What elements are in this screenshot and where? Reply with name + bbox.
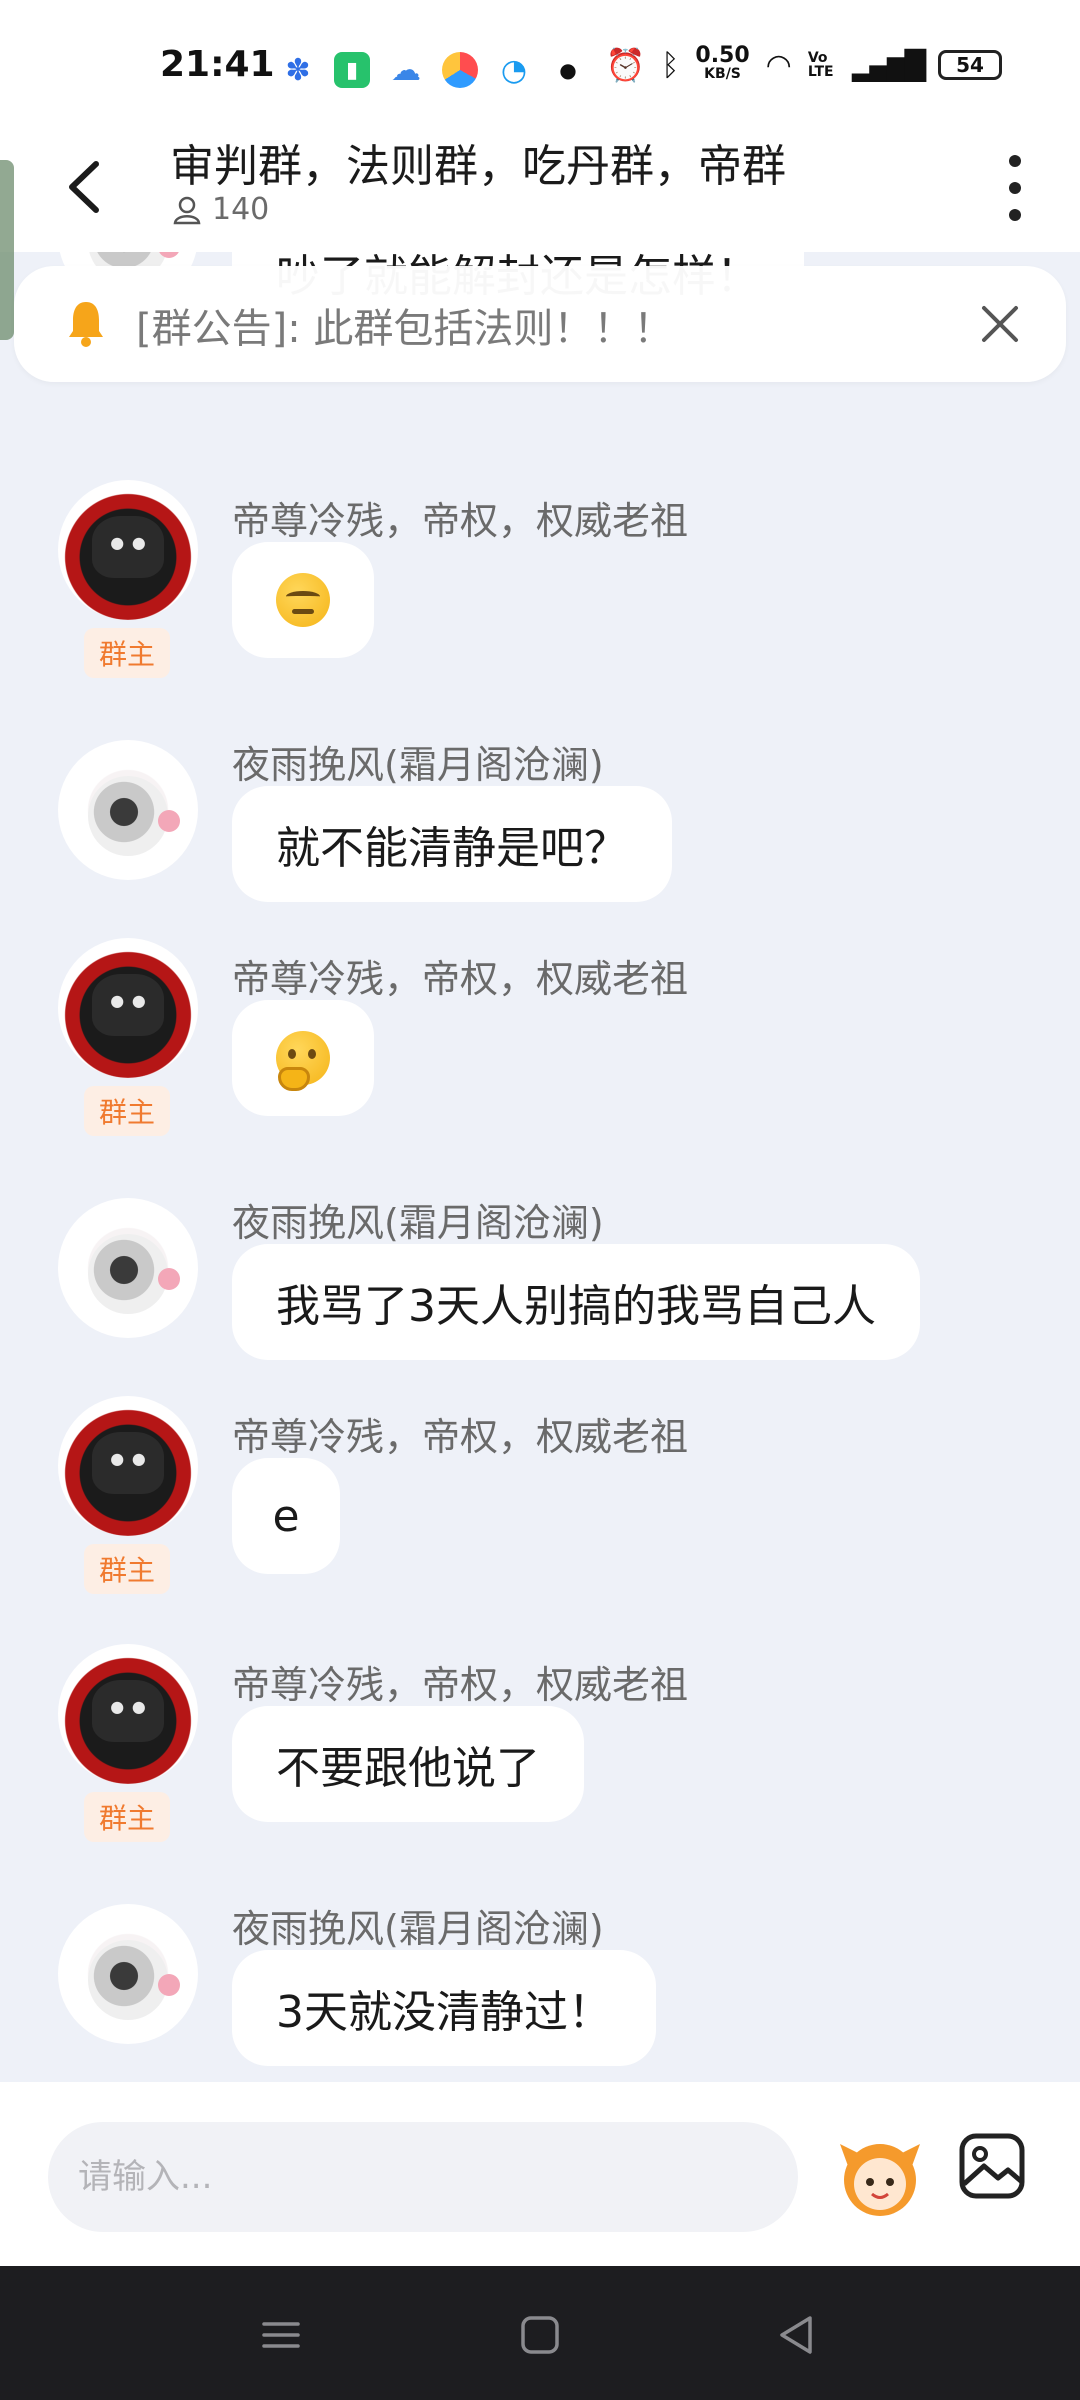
message-bubble[interactable]: 不要跟他说了: [232, 1706, 584, 1822]
status-bar: 21:41 ✽ ▮ ☁ ◔ ● ⏰ ᛒ 0.50 KB/S ◠ Vo LTE ▂…: [0, 0, 1080, 120]
avatar[interactable]: [58, 1644, 198, 1784]
signal-icon: ▂▄▆█: [851, 48, 926, 82]
message-bubble[interactable]: 我骂了3天人别搞的我骂自己人: [232, 1244, 920, 1360]
pinwheel-app-icon: [442, 52, 478, 88]
status-indicators: ⏰ ᛒ 0.50 KB/S ◠ Vo LTE ▂▄▆█ 54: [605, 43, 1002, 84]
group-title: 审判群，法则群，吃丹群，帝群: [170, 141, 786, 192]
group-announcement[interactable]: [群公告]: 此群包括法则！！！: [14, 266, 1066, 382]
cloud-app-icon: ☁: [391, 52, 421, 88]
message-bubble[interactable]: 3天就没清静过！: [232, 1950, 656, 2066]
more-options-button[interactable]: [990, 148, 1040, 228]
paw-app-icon: ✽: [285, 52, 311, 88]
close-icon[interactable]: [970, 294, 1030, 354]
home-icon[interactable]: [505, 2300, 575, 2370]
sender-name: 夜雨挽风(霜月阁沧澜): [232, 1907, 604, 1951]
alarm-icon: ⏰: [605, 46, 646, 84]
menu-icon[interactable]: [246, 2300, 316, 2370]
chat-messages[interactable]: 吵了就能解封还是怎样！ 群主 帝尊冷残，帝权，权威老祖 夜雨挽风(霜月阁沧澜) …: [0, 252, 1080, 2082]
owner-badge: 群主: [84, 1086, 170, 1136]
message-bubble[interactable]: [232, 1000, 374, 1116]
sender-name: 夜雨挽风(霜月阁沧澜): [232, 743, 604, 787]
avatar[interactable]: [58, 1396, 198, 1536]
battery-icon: 54: [938, 50, 1002, 80]
bell-icon: [69, 302, 103, 347]
system-nav-bar: [0, 2266, 1080, 2400]
owner-badge: 群主: [84, 1544, 170, 1594]
back-triangle-icon[interactable]: [762, 2300, 832, 2370]
avatar[interactable]: [58, 938, 198, 1078]
chat-header: 审判群，法则群，吃丹群，帝群 140: [0, 120, 1080, 252]
message-bubble[interactable]: [232, 542, 374, 658]
sender-name: 帝尊冷残，帝权，权威老祖: [232, 1663, 689, 1707]
message-bubble[interactable]: e: [232, 1458, 340, 1574]
avatar[interactable]: [58, 480, 198, 620]
avatar[interactable]: [58, 740, 198, 880]
announcement-text: [群公告]: 此群包括法则！！！: [136, 306, 674, 352]
member-count: 140: [212, 192, 270, 227]
dot: [1009, 181, 1021, 194]
sticker-button[interactable]: [830, 2126, 930, 2226]
person-icon: [173, 196, 201, 224]
sender-name: 帝尊冷残，帝权，权威老祖: [232, 957, 689, 1001]
avatar[interactable]: [58, 1198, 198, 1338]
network-speed: 0.50 KB/S: [695, 43, 750, 83]
sender-name: 帝尊冷残，帝权，权威老祖: [232, 1415, 689, 1459]
sender-name: 夜雨挽风(霜月阁沧澜): [232, 1201, 604, 1245]
volte-label: Vo LTE: [807, 50, 834, 80]
status-time: 21:41: [160, 44, 275, 85]
message-bubble[interactable]: 就不能清静是吧？: [232, 786, 672, 902]
dot: [1009, 208, 1021, 221]
bluetooth-icon: ᛒ: [661, 47, 680, 83]
message-input[interactable]: [48, 2122, 798, 2232]
owner-badge: 群主: [84, 1792, 170, 1842]
image-icon[interactable]: [956, 2130, 1028, 2202]
unamused-face-icon: [276, 573, 330, 627]
thinking-face-icon: [276, 1031, 330, 1091]
member-count-row[interactable]: 140: [172, 192, 269, 227]
dot: [1009, 155, 1021, 168]
sender-name: 帝尊冷残，帝权，权威老祖: [232, 499, 689, 543]
input-bar: [0, 2082, 1080, 2266]
back-button[interactable]: [56, 152, 116, 222]
notification-icons: ✽ ▮ ☁ ◔ ●: [280, 52, 586, 88]
wifi-icon: ◠: [765, 47, 792, 83]
owner-badge: 群主: [84, 628, 170, 678]
swirl-app-icon: ◔: [500, 52, 528, 88]
avatar[interactable]: [58, 1904, 198, 2044]
battery-app-icon: ▮: [334, 52, 370, 88]
dot-icon: ●: [559, 58, 577, 82]
